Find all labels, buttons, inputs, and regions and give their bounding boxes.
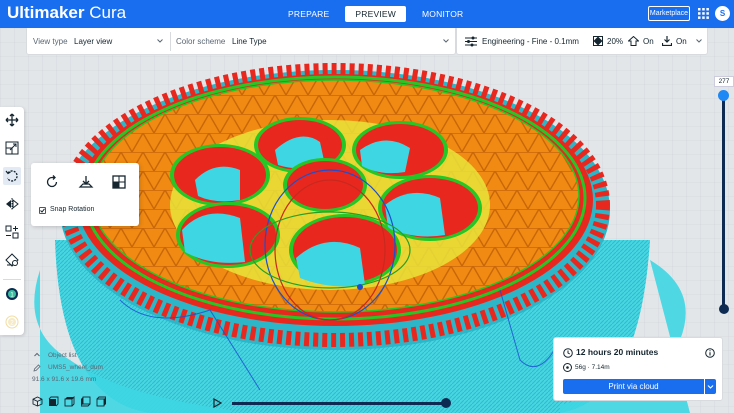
object-dimensions: 91.6 x 91.6 x 19.6 mm (32, 376, 97, 383)
checkmark-icon (40, 208, 45, 213)
extruder-2-button[interactable]: 2 (3, 313, 21, 331)
object-name: UMS5_wheel_dum (48, 364, 103, 371)
rotate-icon (5, 170, 18, 182)
color-scheme-label: Color scheme (176, 37, 226, 46)
tab-prepare[interactable]: PREPARE (278, 6, 339, 22)
tab-preview[interactable]: PREVIEW (345, 6, 407, 22)
rotate-tool-button[interactable] (3, 167, 21, 185)
material-estimate: 56g · 7.14m (575, 364, 610, 371)
apps-grid-icon[interactable] (698, 8, 709, 19)
front-view-icon[interactable] (48, 396, 59, 407)
tool-bar: 1 2 (0, 107, 24, 335)
adhesion-value: On (676, 37, 687, 46)
play-simulation-icon[interactable] (213, 398, 222, 408)
clock-icon (563, 348, 573, 358)
reset-rotation-icon[interactable] (44, 174, 60, 190)
divider (170, 32, 171, 51)
chevron-down-icon[interactable] (443, 38, 449, 44)
print-output-panel: 12 hours 20 minutes 56g · 7.14m Print vi… (553, 337, 723, 401)
simulation-slider-handle[interactable] (441, 398, 451, 408)
per-model-settings-icon (5, 225, 19, 239)
per-model-settings-button[interactable] (3, 223, 21, 241)
print-time: 12 hours 20 minutes (576, 347, 659, 357)
adhesion-icon (662, 36, 672, 46)
print-via-cloud-button[interactable]: Print via cloud (563, 379, 704, 394)
rotate-tool-panel: Snap Rotation (31, 163, 139, 226)
infill-value: 20% (607, 37, 624, 46)
chevron-down-icon (707, 385, 714, 389)
view-options-panel: View type Layer view Color scheme Line T… (26, 28, 456, 55)
mirror-tool-button[interactable] (3, 195, 21, 213)
camera-view-buttons (32, 396, 107, 407)
chevron-down-icon[interactable] (696, 38, 702, 44)
marketplace-button[interactable]: Marketplace (648, 6, 690, 21)
snap-rotation-label: Snap Rotation (50, 206, 95, 213)
move-tool-button[interactable] (3, 111, 21, 129)
user-avatar[interactable]: S (715, 6, 730, 21)
chevron-up-icon (34, 352, 40, 357)
settings-sliders-icon (465, 36, 477, 47)
left-view-icon[interactable] (80, 396, 91, 407)
lay-flat-icon[interactable] (78, 174, 94, 190)
extruder-icon: 2 (5, 315, 19, 329)
spool-icon (563, 363, 572, 372)
profile-name: Engineering - Fine - 0.1mm (482, 37, 579, 46)
layer-slider-track[interactable] (722, 96, 725, 309)
color-scheme-dropdown[interactable]: Line Type (232, 28, 267, 55)
chevron-down-icon[interactable] (157, 38, 163, 44)
support-blocker-icon (5, 253, 19, 267)
layer-slider-lower-handle[interactable] (719, 304, 729, 314)
support-value: On (643, 37, 654, 46)
stage-tabs: PREPARE PREVIEW MONITOR (278, 6, 473, 22)
info-icon[interactable] (705, 348, 715, 358)
layer-number-input[interactable]: 277 (714, 76, 734, 87)
scale-icon (5, 141, 19, 155)
3d-view-icon[interactable] (32, 396, 43, 407)
print-settings-panel[interactable]: Engineering - Fine - 0.1mm 20% On On (456, 28, 708, 55)
app-logo: Ultimaker Cura (7, 3, 127, 22)
snap-rotation-checkbox[interactable] (39, 207, 46, 214)
mirror-icon (6, 198, 19, 210)
pencil-icon (33, 364, 41, 372)
right-view-icon[interactable] (96, 396, 107, 407)
object-list-label: Object list (48, 352, 77, 359)
layer-slider-upper-handle[interactable] (718, 90, 729, 101)
top-bar: Ultimaker Cura PREPARE PREVIEW MONITOR M… (0, 0, 734, 28)
tab-monitor[interactable]: MONITOR (412, 6, 473, 22)
move-icon (5, 113, 19, 127)
view-type-label: View type (33, 37, 68, 46)
toolbar-divider (3, 279, 21, 280)
scale-tool-button[interactable] (3, 139, 21, 157)
select-face-to-align-icon[interactable] (111, 174, 127, 190)
view-type-dropdown[interactable]: Layer view (74, 28, 112, 55)
support-icon (628, 36, 639, 46)
simulation-path-slider[interactable] (232, 402, 446, 405)
top-view-icon[interactable] (64, 396, 75, 407)
infill-icon (593, 36, 603, 46)
print-options-dropdown[interactable] (705, 379, 716, 394)
extruder-icon: 1 (6, 288, 18, 300)
extruder-1-button[interactable]: 1 (3, 285, 21, 303)
support-blocker-button[interactable] (3, 251, 21, 269)
